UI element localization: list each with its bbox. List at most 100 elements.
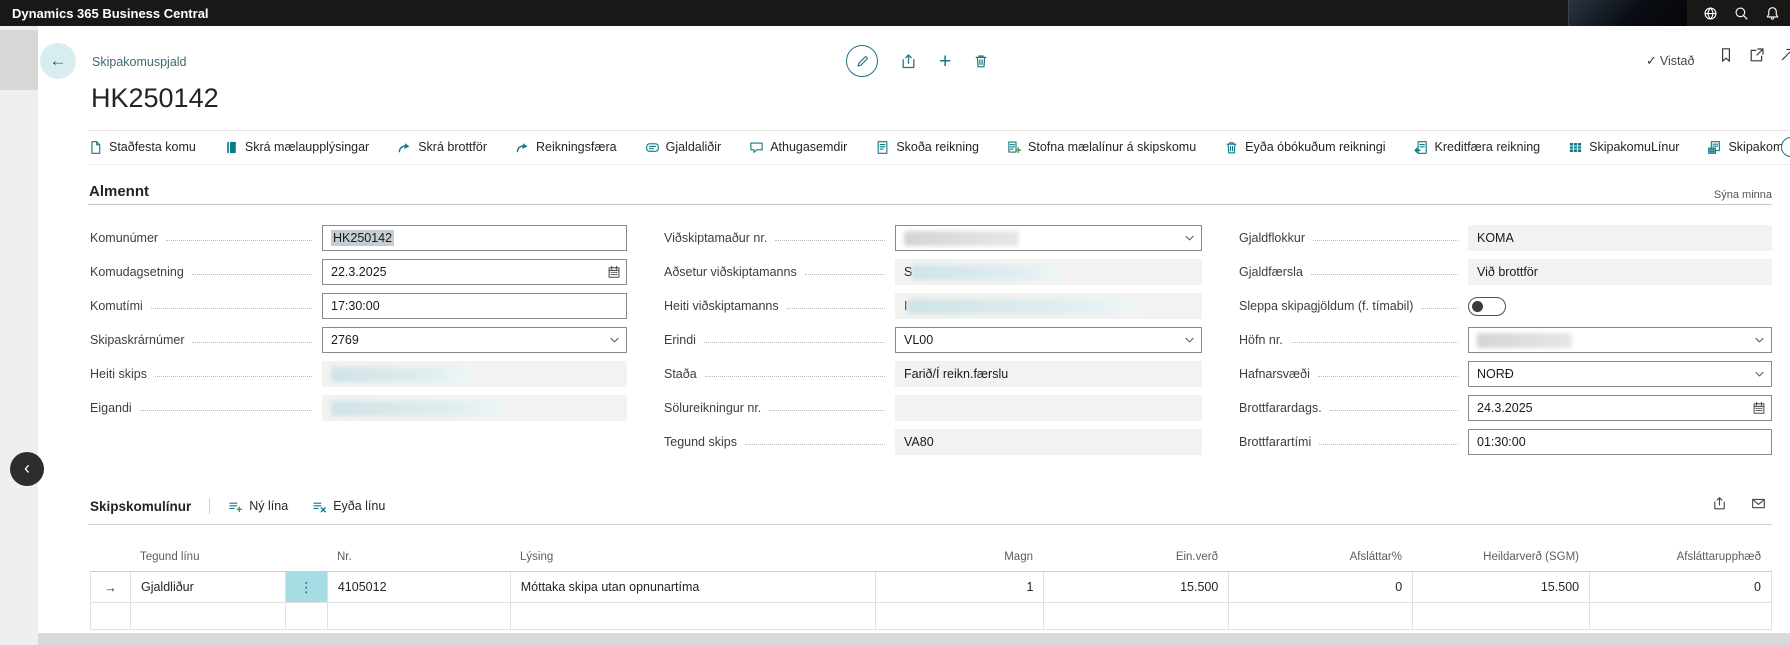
action-gjaldali-ir[interactable]: Gjaldaliðir xyxy=(645,140,722,155)
cell-ein-ver[interactable] xyxy=(1044,603,1229,629)
action-reikningsf-ra[interactable]: Reikningsfæra xyxy=(515,140,617,155)
collapse-pane-button[interactable]: ‹ xyxy=(10,452,44,486)
cell-tegund-linu[interactable] xyxy=(131,603,286,629)
field-gjaldf-rsla: Við brottför xyxy=(1468,259,1772,285)
delete-icon[interactable] xyxy=(973,53,989,69)
action-athugasemdir[interactable]: Athugasemdir xyxy=(749,140,847,155)
column-header-afslattar[interactable]: Afsláttar% xyxy=(1229,542,1413,571)
column-header-ein-ver[interactable]: Ein.verð xyxy=(1044,542,1229,571)
action-stofna-m-lalinur-a-skipskomu[interactable]: Stofna mælalínur á skipskomu xyxy=(1007,140,1196,155)
cell-afslattarupph[interactable] xyxy=(1590,603,1772,629)
lines-table: Tegund línuNr.LýsingMagnEin.verðAfslátta… xyxy=(90,542,1772,630)
line-action-ey-a-linu[interactable]: Eyða línu xyxy=(312,499,385,514)
row-menu-button[interactable]: ⋮ xyxy=(286,572,328,602)
action-label: Eyða óbókuðum reikningi xyxy=(1245,140,1385,154)
share-icon[interactable] xyxy=(900,53,917,70)
field-brottfarartimi[interactable]: 01:30:00 xyxy=(1468,429,1772,455)
cell-ein-ver[interactable]: 15.500 xyxy=(1044,572,1229,602)
calendar-icon[interactable] xyxy=(1752,401,1766,415)
trash-icon xyxy=(1224,140,1239,155)
column-header-spacer xyxy=(285,542,327,571)
field-komudagsetning[interactable]: 22.3.2025 xyxy=(322,259,627,285)
field-brottfarardags[interactable]: 24.3.2025 xyxy=(1468,395,1772,421)
new-button[interactable]: + xyxy=(939,51,951,72)
dotted-leader xyxy=(704,342,885,343)
edit-button[interactable] xyxy=(846,45,878,77)
chevron-down-icon[interactable] xyxy=(608,334,621,347)
cell-nr[interactable] xyxy=(328,603,511,629)
column-header-nr[interactable]: Nr. xyxy=(327,542,510,571)
cell-tegund-linu[interactable]: Gjaldliður xyxy=(131,572,286,602)
cell-afslattar[interactable] xyxy=(1229,603,1413,629)
back-button[interactable]: ← xyxy=(40,43,76,79)
column-header-spacer xyxy=(90,542,130,571)
row-menu-button xyxy=(286,603,328,629)
chevron-down-icon[interactable] xyxy=(1753,368,1766,381)
field-label: Erindi xyxy=(664,333,696,347)
column-header-tegund-linu[interactable]: Tegund línu xyxy=(130,542,285,571)
cell-magn[interactable]: 1 xyxy=(876,572,1045,602)
field-value: 24.3.2025 xyxy=(1477,401,1533,415)
field-row-gjaldf-rsla: GjaldfærslaVið brottför xyxy=(1239,255,1772,289)
chevron-down-icon[interactable] xyxy=(1183,232,1196,245)
popout-icon[interactable] xyxy=(1749,47,1765,63)
field-erindi[interactable]: VL00 xyxy=(895,327,1202,353)
dotted-leader xyxy=(192,274,312,275)
field-vi-skiptama-ur-nr[interactable] xyxy=(895,225,1202,251)
field-value: VA80 xyxy=(904,435,934,449)
dotted-leader xyxy=(192,342,312,343)
cell-magn[interactable] xyxy=(876,603,1045,629)
field-gjaldflokkur: KOMA xyxy=(1468,225,1772,251)
bottom-scroll-track[interactable] xyxy=(38,633,1790,645)
chevron-down-icon[interactable] xyxy=(1753,334,1766,347)
action-sta-festa-komu[interactable]: Staðfesta komu xyxy=(88,140,196,155)
action-label: Skrá mælaupplýsingar xyxy=(245,140,369,154)
action-skra-m-laupplysingar[interactable]: Skrá mælaupplýsingar xyxy=(224,140,369,155)
field-skipaskrarnumer[interactable]: 2769 xyxy=(322,327,627,353)
field-row-heiti-vi-skiptamanns: Heiti viðskiptamannsI xyxy=(664,289,1202,323)
cell-heildarver-sgm[interactable] xyxy=(1413,603,1590,629)
show-less-link[interactable]: Sýna minna xyxy=(1714,189,1772,201)
header-icons xyxy=(1718,47,1765,63)
column-header-heildarver-sgm[interactable]: Heildarverð (SGM) xyxy=(1413,542,1590,571)
column-header-magn[interactable]: Magn xyxy=(875,542,1044,571)
page-caption: Skipakomuspjald xyxy=(92,55,187,69)
cell-heildarver-sgm[interactable]: 15.500 xyxy=(1413,572,1590,602)
share-lines-icon[interactable] xyxy=(1712,496,1727,511)
mail-icon[interactable] xyxy=(1751,496,1766,511)
cell-lysing[interactable]: Móttaka skipa utan opnunartíma xyxy=(511,572,876,602)
cell-lysing[interactable] xyxy=(511,603,876,629)
action-kreditf-ra-reikning[interactable]: Kreditfæra reikning xyxy=(1414,140,1541,155)
line-action-ny-lina[interactable]: Ný lína xyxy=(228,499,288,514)
dotted-leader xyxy=(1291,342,1458,343)
search-icon[interactable] xyxy=(1734,6,1749,21)
calendar-icon[interactable] xyxy=(607,265,621,279)
action-skra-brottfor[interactable]: Skrá brottför xyxy=(397,140,487,155)
cell-afslattarupph[interactable]: 0 xyxy=(1590,572,1772,602)
field-value: VL00 xyxy=(904,333,933,347)
cell-afslattar[interactable]: 0 xyxy=(1229,572,1413,602)
focus-mode-icon[interactable] xyxy=(1780,47,1790,62)
bell-icon[interactable] xyxy=(1765,6,1780,21)
field-label: Komutími xyxy=(90,299,143,313)
action-skipakomulinur[interactable]: SkipakomuLínur xyxy=(1568,140,1679,155)
bookmark-icon[interactable] xyxy=(1718,47,1734,63)
pencil-icon xyxy=(855,54,870,69)
field-label: Hafnarsvæði xyxy=(1239,367,1310,381)
toggle-sleppa-skipagjoldum-f-timabil[interactable] xyxy=(1468,297,1506,316)
field-komunumer[interactable]: HK250142 xyxy=(322,225,627,251)
action-skipakomuf-rslur[interactable]: Skipakomufærslur xyxy=(1707,140,1790,155)
left-rail xyxy=(0,26,38,645)
column-header-lysing[interactable]: Lýsing xyxy=(510,542,875,571)
cell-nr[interactable]: 4105012 xyxy=(328,572,511,602)
field-komutimi[interactable]: 17:30:00 xyxy=(322,293,627,319)
chevron-down-icon[interactable] xyxy=(1183,334,1196,347)
action-sko-a-reikning[interactable]: Skoða reikning xyxy=(875,140,979,155)
action-label: Reikningsfæra xyxy=(536,140,617,154)
column-header-afslattarupph[interactable]: Afsláttarupphæð xyxy=(1590,542,1772,571)
field-hafnarsv-i[interactable]: NORÐ xyxy=(1468,361,1772,387)
action-ey-a-oboku-um-reikningi[interactable]: Eyða óbókuðum reikningi xyxy=(1224,140,1385,155)
field-hofn-nr[interactable] xyxy=(1468,327,1772,353)
globe-icon[interactable] xyxy=(1703,6,1718,21)
grid-icon xyxy=(1568,140,1583,155)
